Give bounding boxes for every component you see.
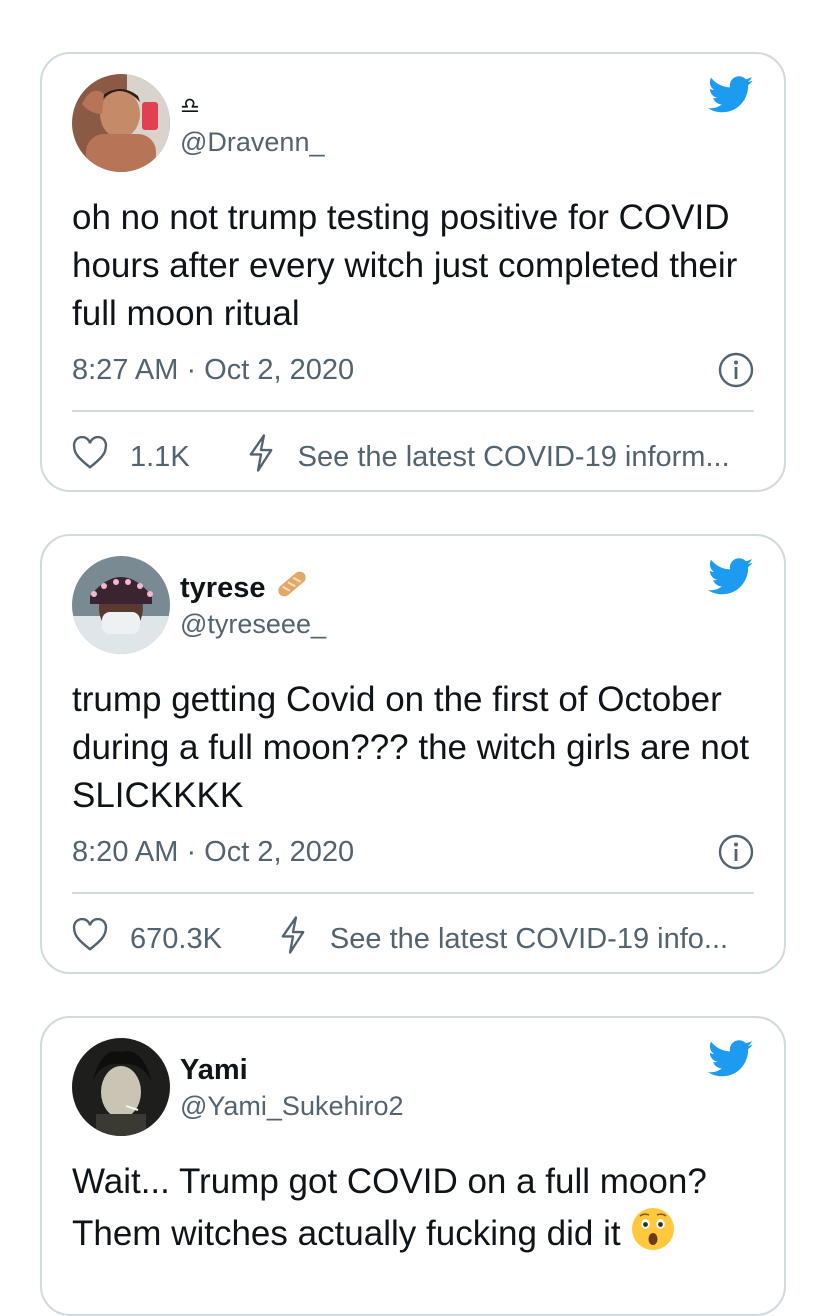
tweet-timestamp[interactable]: 8:27 AM · Oct 2, 2020 (72, 354, 354, 387)
avatar[interactable] (72, 1038, 170, 1136)
tweet-card[interactable]: Yami @Yami_Sukehiro2 Wait... Trump got C… (40, 1016, 786, 1316)
astonished-face-emoji (630, 1206, 676, 1265)
twitter-bird-icon[interactable] (708, 76, 754, 119)
tweet-text: trump getting Covid on the first of Octo… (72, 680, 750, 815)
baguette-emoji (275, 567, 309, 610)
tweet-text-container: Wait... Trump got COVID on a full moon? … (72, 1158, 754, 1265)
display-name-text: ♎ (180, 93, 200, 118)
handle[interactable]: @Dravenn_ (180, 124, 324, 160)
display-name-text: Yami (180, 1054, 248, 1086)
avatar[interactable] (72, 556, 170, 654)
twitter-bird-icon[interactable] (708, 558, 754, 601)
divider (72, 410, 754, 412)
info-icon[interactable] (718, 352, 754, 393)
heart-icon[interactable] (72, 435, 108, 478)
bolt-icon[interactable] (278, 916, 308, 962)
divider (72, 892, 754, 894)
handle[interactable]: @Yami_Sukehiro2 (180, 1088, 404, 1124)
like-count[interactable]: 1.1K (130, 441, 190, 474)
covid-info-link[interactable]: See the latest COVID-19 inform... (298, 441, 730, 474)
like-count[interactable]: 670.3K (130, 923, 222, 956)
tweet-timestamp[interactable]: 8:20 AM · Oct 2, 2020 (72, 836, 354, 869)
tweet-card[interactable]: ♎ @Dravenn_ oh no not trump testing posi… (40, 52, 786, 492)
handle[interactable]: @tyreseee_ (180, 606, 326, 642)
bolt-icon[interactable] (246, 434, 276, 480)
tweet-text: Wait... Trump got COVID on a full moon? … (72, 1162, 707, 1253)
display-name[interactable]: ♎ (180, 88, 324, 124)
tweet-card[interactable]: tyrese @tyreseee_ trump getting Covid on… (40, 534, 786, 974)
display-name-text: tyrese (180, 572, 266, 604)
covid-info-link[interactable]: See the latest COVID-19 info... (330, 923, 728, 956)
tweet-actions: 1.1K See the latest COVID-19 inform... (72, 434, 754, 480)
twitter-bird-icon[interactable] (708, 1040, 754, 1083)
info-icon[interactable] (718, 834, 754, 875)
display-name[interactable]: tyrese (180, 570, 326, 606)
display-name[interactable]: Yami (180, 1052, 404, 1088)
heart-icon[interactable] (72, 917, 108, 960)
tweet-text: oh no not trump testing positive for COV… (72, 198, 738, 333)
avatar[interactable] (72, 74, 170, 172)
tweet-actions: 670.3K See the latest COVID-19 info... (72, 916, 754, 962)
